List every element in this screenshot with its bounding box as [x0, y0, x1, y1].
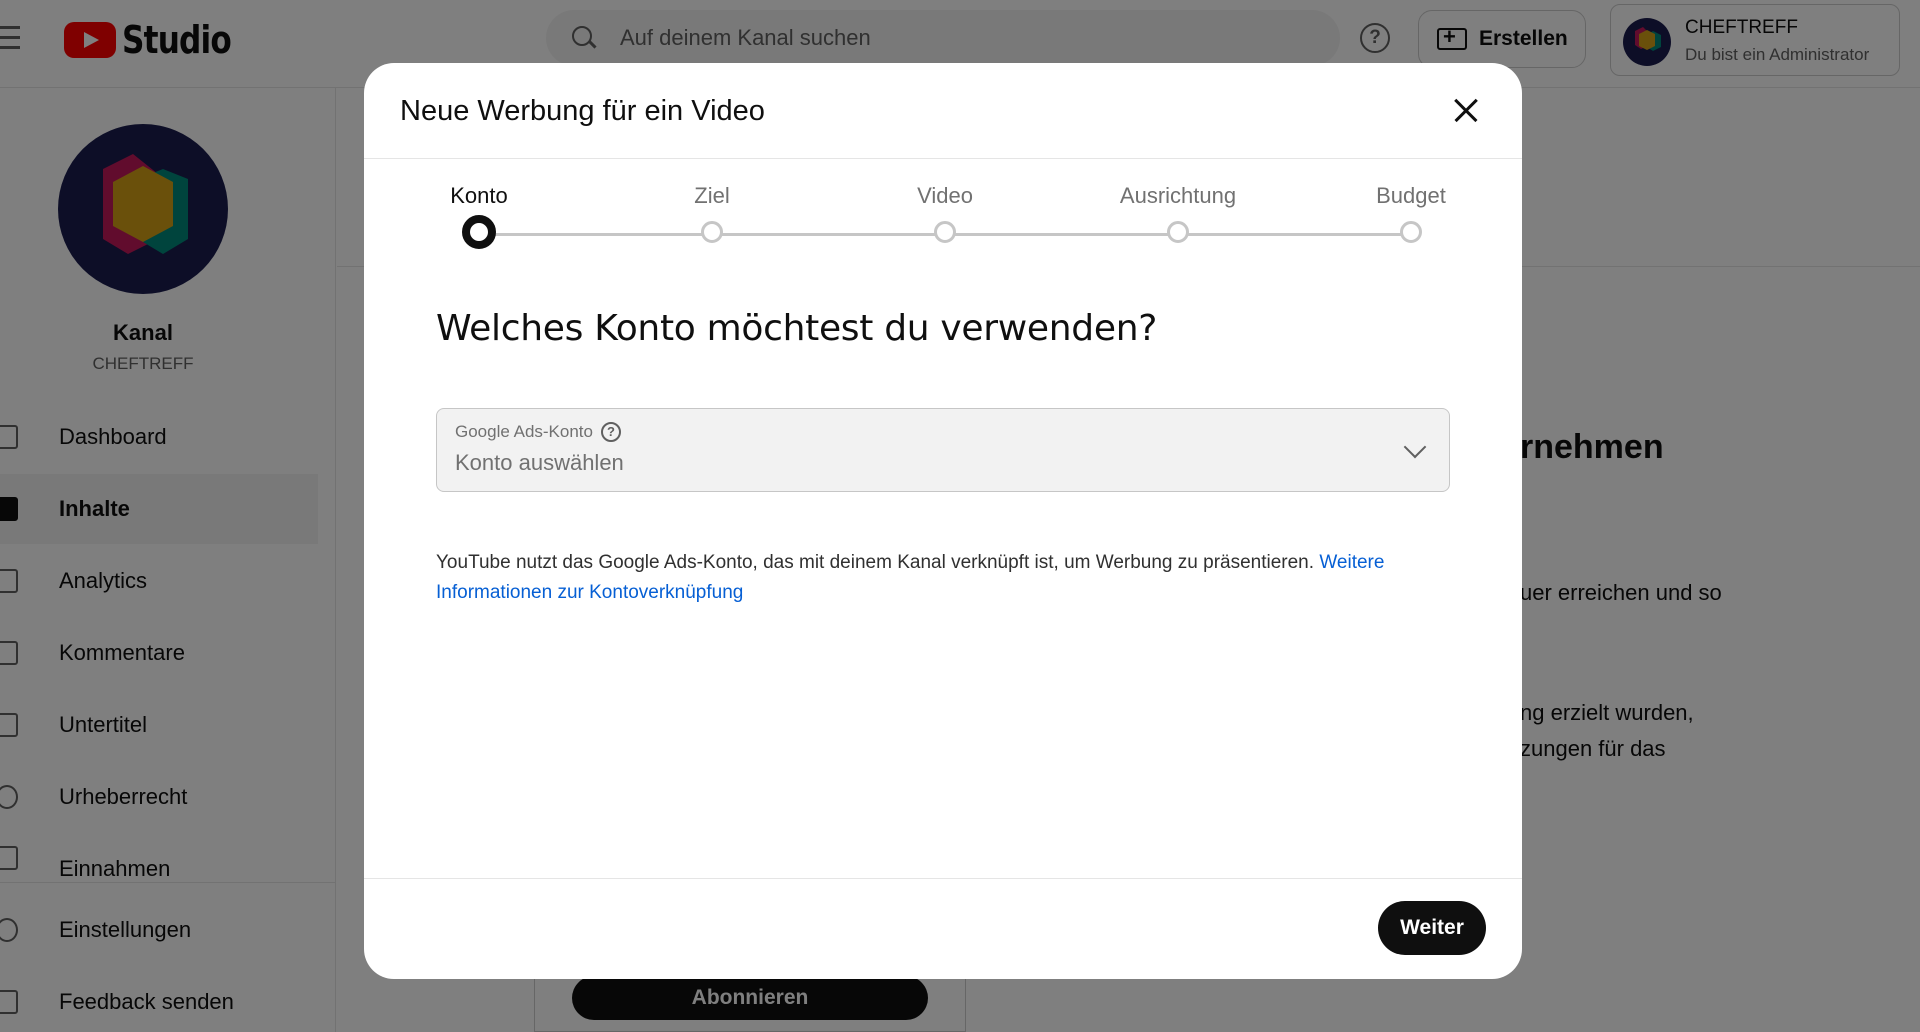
step-konto: Konto [369, 183, 589, 249]
step-label: Budget [1376, 183, 1446, 208]
step-video: Video [835, 183, 1055, 243]
select-label-text: Google Ads-Konto [455, 422, 593, 441]
step-label: Video [917, 183, 973, 208]
next-button[interactable]: Weiter [1378, 901, 1486, 955]
step-label: Ausrichtung [1119, 183, 1237, 208]
step-label: Ziel [694, 183, 730, 208]
step-dot [701, 221, 723, 243]
account-question: Welches Konto möchtest du verwenden? [436, 308, 1158, 349]
select-label: Google Ads-Konto ? [455, 422, 621, 442]
dialog-header-divider [364, 158, 1522, 159]
step-ziel: Ziel [602, 183, 822, 243]
close-icon[interactable] [1448, 93, 1484, 129]
step-dot [1400, 221, 1422, 243]
step-dot-active [462, 215, 496, 249]
dialog-title: Neue Werbung für ein Video [400, 95, 765, 127]
step-budget: Budget [1301, 183, 1521, 243]
chevron-down-icon [1403, 435, 1427, 459]
new-ad-dialog: Neue Werbung für ein Video Konto Ziel Vi… [364, 63, 1522, 979]
google-ads-account-select[interactable]: Google Ads-Konto ? Konto auswählen [436, 408, 1450, 492]
step-label: Konto [450, 183, 508, 208]
info-text-body: YouTube nutzt das Google Ads-Konto, das … [436, 552, 1320, 573]
select-value: Konto auswählen [455, 450, 624, 475]
step-dot [934, 221, 956, 243]
dialog-footer-divider [364, 878, 1522, 879]
step-dot [1167, 221, 1189, 243]
info-text: YouTube nutzt das Google Ads-Konto, das … [436, 548, 1436, 608]
help-icon[interactable]: ? [600, 422, 621, 442]
step-ausrichtung: Ausrichtung [1068, 183, 1288, 243]
